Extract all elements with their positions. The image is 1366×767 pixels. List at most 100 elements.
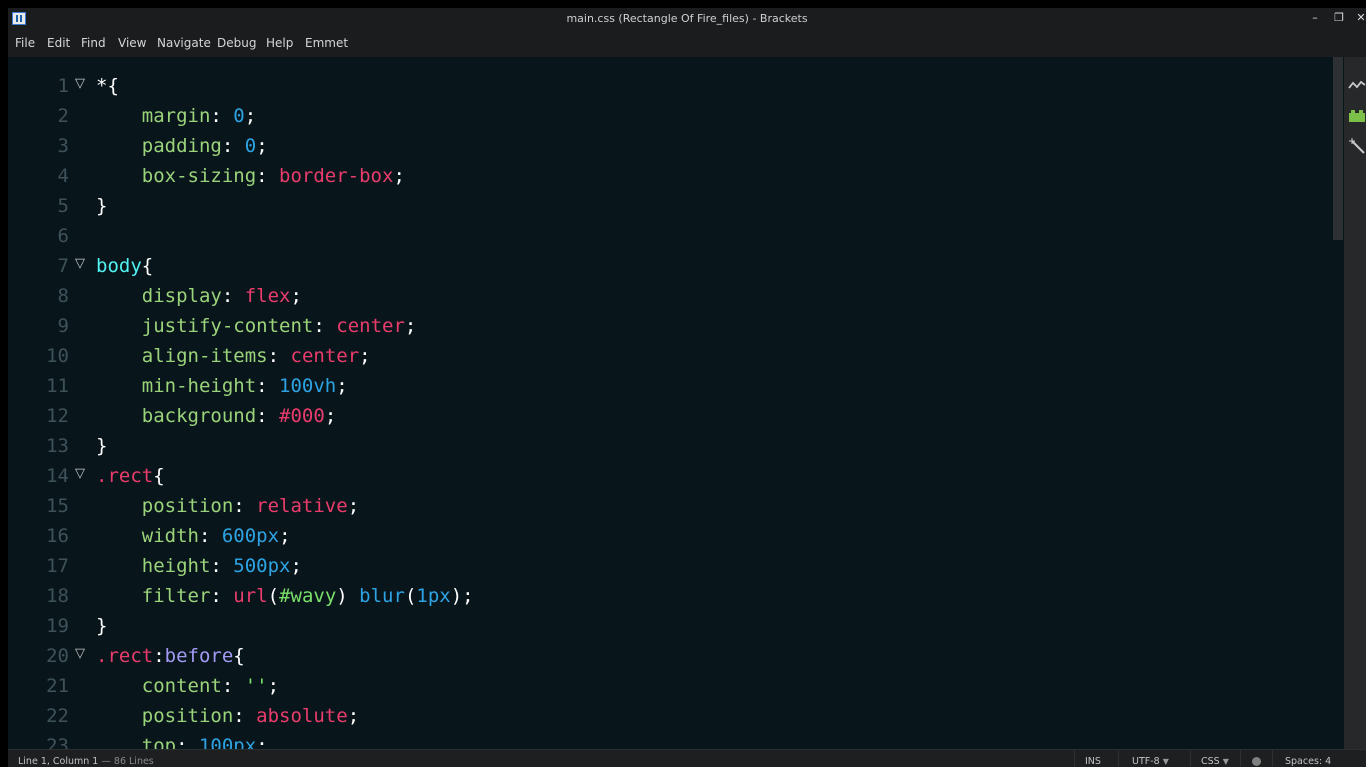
line-number: 10 (46, 345, 69, 367)
title-bar: main.css (Rectangle Of Fire_files) - Bra… (8, 8, 1366, 30)
code-token: position (141, 705, 234, 727)
code-line[interactable]: 4 box-sizing: border-box; (8, 162, 1344, 192)
code-line[interactable]: 16 width: 600px; (8, 522, 1344, 552)
status-divider (1240, 750, 1241, 767)
code-token: ; (347, 705, 360, 727)
code-line[interactable]: 11 min-height: 100vh; (8, 372, 1344, 402)
insert-mode-toggle[interactable]: INS (1085, 756, 1101, 767)
close-button[interactable]: ✕ (1350, 10, 1366, 26)
code-token: position (141, 495, 234, 517)
extension-manager-icon[interactable] (1348, 107, 1366, 125)
code-text[interactable]: height: 500px; (96, 555, 302, 577)
line-number: 2 (57, 105, 69, 127)
code-text[interactable]: width: 600px; (96, 525, 291, 547)
editor-scrollbar[interactable] (1332, 57, 1344, 749)
code-line[interactable]: 18 filter: url(#wavy) blur(1px); (8, 582, 1344, 612)
code-line[interactable]: 7 ▽ body{ (8, 252, 1344, 282)
code-line[interactable]: 23 top: 100px; (8, 732, 1344, 749)
code-token: ; (256, 135, 268, 157)
code-line[interactable]: 8 display: flex; (8, 282, 1344, 312)
menu-file[interactable]: File (15, 36, 35, 50)
menu-emmet[interactable]: Emmet (305, 36, 348, 50)
code-token: 100vh (279, 375, 337, 397)
code-token: margin (141, 105, 211, 127)
code-text[interactable]: background: #000; (96, 405, 337, 427)
linting-status-icon[interactable] (1252, 757, 1261, 766)
code-token: justify-content (141, 315, 314, 337)
magic-wand-icon[interactable] (1348, 137, 1366, 155)
code-line[interactable]: 13 } (8, 432, 1344, 462)
code-token: : (221, 675, 245, 697)
menu-edit[interactable]: Edit (47, 36, 70, 50)
code-line[interactable]: 12 background: #000; (8, 402, 1344, 432)
code-line[interactable]: 22 position: absolute; (8, 702, 1344, 732)
code-text[interactable]: justify-content: center; (96, 315, 417, 337)
code-token: body (96, 255, 142, 277)
code-text[interactable]: position: absolute; (96, 705, 359, 727)
minimize-button[interactable]: – (1304, 10, 1326, 26)
fold-toggle[interactable]: ▽ (75, 256, 85, 271)
fold-toggle[interactable]: ▽ (75, 466, 85, 481)
code-line[interactable]: 3 padding: 0; (8, 132, 1344, 162)
line-number: 9 (57, 315, 69, 337)
code-text[interactable]: align-items: center; (96, 345, 371, 367)
line-number: 16 (46, 525, 69, 547)
code-line[interactable]: 5 } (8, 192, 1344, 222)
code-token: : (256, 405, 280, 427)
code-text[interactable]: body{ (96, 255, 153, 277)
fold-toggle[interactable]: ▽ (75, 646, 85, 661)
code-token: ) (336, 585, 360, 607)
code-text[interactable]: } (96, 435, 107, 457)
code-text[interactable]: .rect{ (96, 465, 165, 487)
indent-setting[interactable]: Spaces: 4 (1285, 756, 1331, 767)
code-token: #000 (279, 405, 325, 427)
live-preview-icon[interactable] (1348, 77, 1366, 95)
code-text[interactable]: .rect:before{ (96, 645, 245, 667)
code-line[interactable]: 9 justify-content: center; (8, 312, 1344, 342)
code-line[interactable]: 15 position: relative; (8, 492, 1344, 522)
encoding-select[interactable]: UTF-8 ▼ (1132, 756, 1169, 767)
line-number: 23 (46, 735, 69, 749)
code-text[interactable]: *{ (96, 75, 119, 97)
brackets-window: main.css (Rectangle Of Fire_files) - Bra… (8, 8, 1366, 767)
code-text[interactable]: margin: 0; (96, 105, 256, 127)
menu-debug[interactable]: Debug (217, 36, 256, 50)
code-text[interactable]: top: 100px; (96, 735, 268, 749)
menu-navigate[interactable]: Navigate (157, 36, 211, 50)
code-text[interactable]: min-height: 100vh; (96, 375, 348, 397)
line-number: 14 (46, 465, 69, 487)
menu-find[interactable]: Find (81, 36, 106, 50)
code-line[interactable]: 1 ▽ *{ (8, 72, 1344, 102)
code-text[interactable]: padding: 0; (96, 135, 268, 157)
code-line[interactable]: 21 content: ''; (8, 672, 1344, 702)
code-line[interactable]: 20 ▽ .rect:before{ (8, 642, 1344, 672)
fold-toggle[interactable]: ▽ (75, 76, 85, 91)
menu-bar: File Edit Find View Navigate Debug Help … (8, 30, 1366, 57)
chevron-down-icon: ▼ (1162, 757, 1169, 766)
code-token: top (141, 735, 177, 749)
code-token: : (198, 525, 222, 547)
code-text[interactable]: } (96, 615, 107, 637)
code-line[interactable]: 2 margin: 0; (8, 102, 1344, 132)
menu-help[interactable]: Help (266, 36, 293, 50)
code-line[interactable]: 10 align-items: center; (8, 342, 1344, 372)
code-line[interactable]: 19 } (8, 612, 1344, 642)
maximize-button[interactable]: ❐ (1328, 10, 1350, 26)
code-line[interactable]: 6 (8, 222, 1344, 252)
code-token: flex (244, 285, 291, 307)
code-text[interactable]: content: ''; (96, 675, 279, 697)
code-text[interactable]: } (96, 195, 107, 217)
code-line[interactable]: 17 height: 500px; (8, 552, 1344, 582)
language-select[interactable]: CSS ▼ (1201, 756, 1229, 767)
code-editor[interactable]: 1 ▽ *{ 2 margin: 0; 3 padding: 0; 4 box-… (8, 57, 1344, 749)
scrollbar-thumb[interactable] (1333, 57, 1343, 240)
code-text[interactable]: filter: url(#wavy) blur(1px); (96, 585, 474, 607)
code-text[interactable]: position: relative; (96, 495, 359, 517)
code-line[interactable]: 14 ▽ .rect{ (8, 462, 1344, 492)
code-text[interactable]: display: flex; (96, 285, 302, 307)
code-text[interactable]: box-sizing: border-box; (96, 165, 405, 187)
menu-view[interactable]: View (118, 36, 146, 50)
